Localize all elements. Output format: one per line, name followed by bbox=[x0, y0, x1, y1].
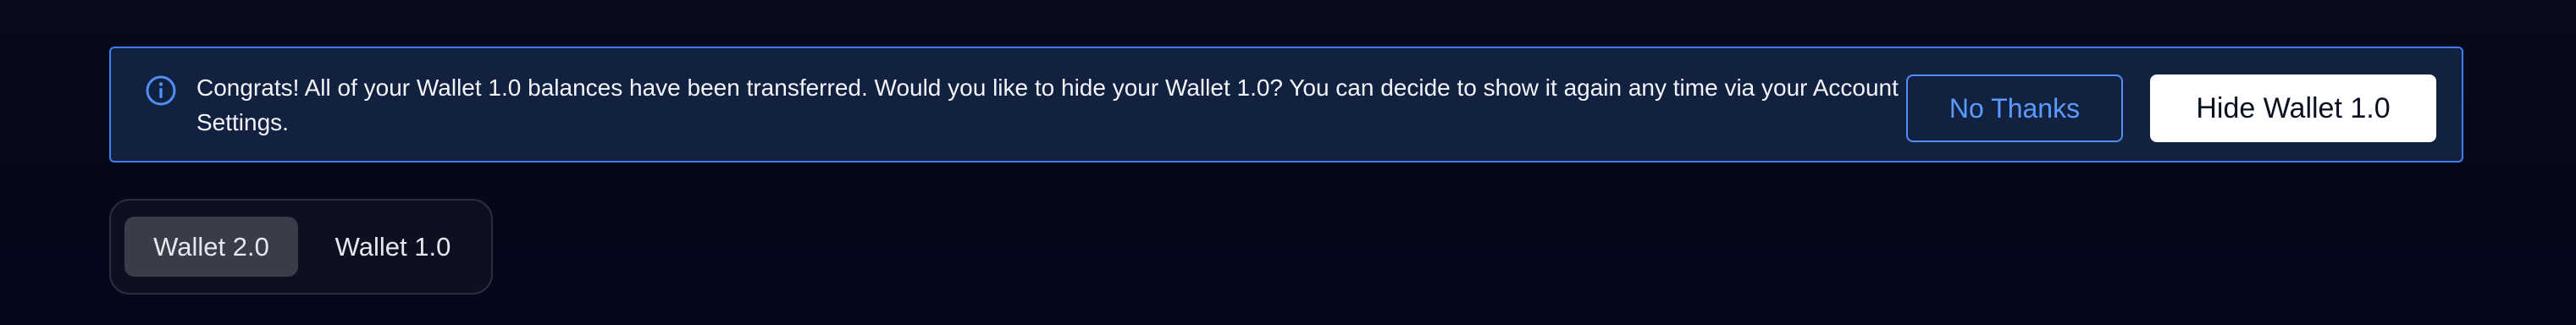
wallet-1-tab[interactable]: Wallet 1.0 bbox=[308, 217, 478, 277]
no-thanks-button[interactable]: No Thanks bbox=[1906, 74, 2123, 142]
wallet-2-tab[interactable]: Wallet 2.0 bbox=[124, 217, 298, 277]
info-icon bbox=[146, 75, 176, 106]
banner-message: Congrats! All of your Wallet 1.0 balance… bbox=[196, 74, 1899, 135]
wallet-transfer-banner: Congrats! All of your Wallet 1.0 balance… bbox=[109, 47, 2463, 162]
hide-wallet-button[interactable]: Hide Wallet 1.0 bbox=[2150, 74, 2436, 142]
wallet-version-toggle: Wallet 2.0 Wallet 1.0 bbox=[109, 199, 493, 295]
